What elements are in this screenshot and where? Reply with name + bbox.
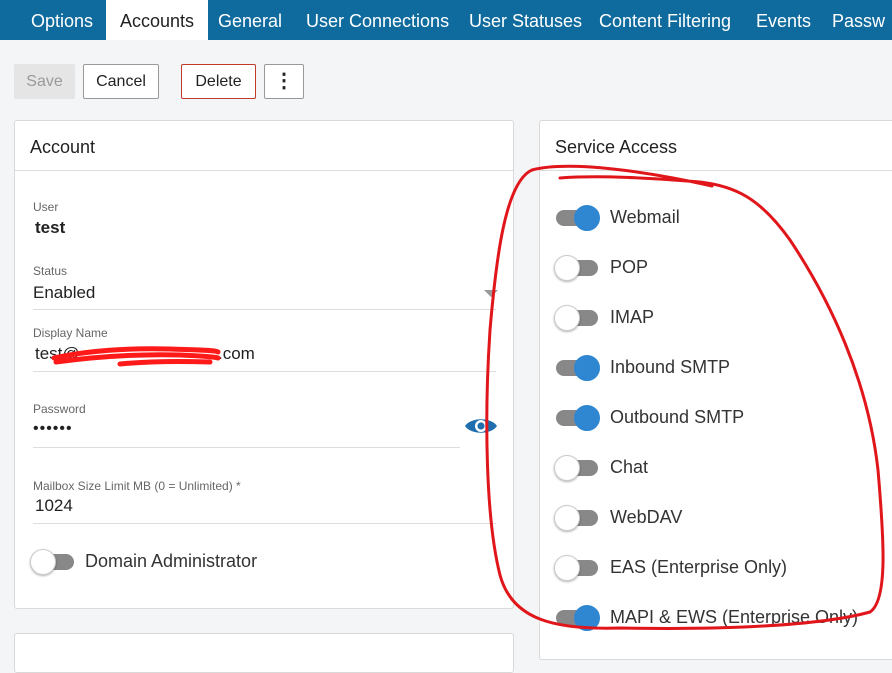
tab-accounts[interactable]: Accounts <box>106 0 209 40</box>
save-button[interactable]: Save <box>14 64 75 99</box>
tab-events[interactable]: Events <box>756 0 811 40</box>
tab-password[interactable]: Passw <box>832 0 885 40</box>
webmail-label: Webmail <box>610 207 680 227</box>
tab-user-statuses[interactable]: User Statuses <box>469 0 582 40</box>
eas-toggle[interactable] <box>554 555 598 581</box>
inbound-smtp-label: Inbound SMTP <box>610 357 731 377</box>
inbound-smtp-toggle[interactable] <box>556 355 600 381</box>
outbound-smtp-toggle[interactable] <box>556 405 600 431</box>
pop-label: POP <box>610 257 649 277</box>
mapi-ews-label: MAPI & EWS (Enterprise Only) <box>610 607 859 627</box>
chevron-down-icon[interactable] <box>484 290 498 298</box>
chat-label: Chat <box>610 457 649 477</box>
eye-icon[interactable] <box>464 415 498 437</box>
service-access-title: Service Access <box>540 121 892 171</box>
user-label: User <box>33 200 59 214</box>
webdav-label: WebDAV <box>610 507 683 527</box>
delete-button[interactable]: Delete <box>181 64 256 99</box>
display-name-underline <box>33 371 496 372</box>
tab-general[interactable]: General <box>218 0 282 40</box>
display-name-suffix[interactable]: .com <box>218 344 255 364</box>
domain-admin-label: Domain Administrator <box>85 551 258 571</box>
more-vertical-icon: ⋮ <box>274 70 294 92</box>
tab-user-connections[interactable]: User Connections <box>306 0 449 40</box>
pop-toggle[interactable] <box>554 255 598 281</box>
tab-options[interactable]: Options <box>18 0 106 40</box>
eas-label: EAS (Enterprise Only) <box>610 557 788 577</box>
webdav-toggle[interactable] <box>554 505 598 531</box>
chat-toggle[interactable] <box>554 455 598 481</box>
cancel-button[interactable]: Cancel <box>83 64 159 99</box>
display-name-label: Display Name <box>33 326 108 340</box>
password-underline <box>33 447 460 448</box>
tab-content-filtering[interactable]: Content Filtering <box>599 0 731 40</box>
mailbox-size-underline <box>33 523 496 524</box>
user-value: test <box>35 218 66 237</box>
redaction-scribble <box>51 346 221 367</box>
password-label: Password <box>33 402 86 416</box>
status-select[interactable]: Enabled <box>33 283 95 303</box>
account-panel-title: Account <box>15 121 513 171</box>
status-label: Status <box>33 264 68 278</box>
more-options-button[interactable]: ⋮ <box>264 64 304 99</box>
password-input[interactable]: •••••• <box>33 420 73 438</box>
mapi-ews-toggle[interactable] <box>556 605 600 631</box>
imap-toggle[interactable] <box>554 305 598 331</box>
tab-bar: Options Accounts General User Connection… <box>0 0 892 40</box>
webmail-toggle[interactable] <box>556 205 600 231</box>
status-underline <box>33 309 496 310</box>
mailbox-size-input[interactable]: 1024 <box>35 496 73 516</box>
imap-label: IMAP <box>610 307 655 327</box>
next-panel <box>14 633 514 673</box>
domain-admin-toggle[interactable] <box>30 549 74 575</box>
mailbox-size-label: Mailbox Size Limit MB (0 = Unlimited) * <box>33 479 241 493</box>
service-access-panel: Service Access <box>539 120 892 660</box>
outbound-smtp-label: Outbound SMTP <box>610 407 745 427</box>
